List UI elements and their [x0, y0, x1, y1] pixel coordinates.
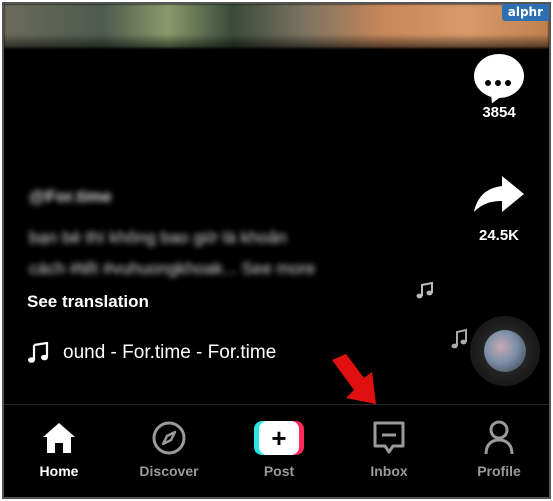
nav-home[interactable]: Home — [14, 420, 104, 479]
shares-count: 24.5K — [478, 227, 520, 244]
nav-inbox[interactable]: Inbox — [344, 420, 434, 479]
music-note-icon — [28, 342, 49, 363]
nav-discover[interactable]: Discover — [124, 420, 214, 479]
comments-button[interactable]: 3854 — [449, 54, 549, 121]
sound-disc[interactable] — [470, 316, 540, 386]
caption-line-1: bạn bè thì không bao giờ là khoản — [29, 228, 287, 247]
alphr-watermark: alphr — [501, 4, 549, 21]
tiktok-screen: alphr 3854 24.5K @For.time bạn bè thì kh… — [2, 2, 551, 499]
profile-icon — [484, 420, 514, 455]
nav-profile[interactable]: Profile — [454, 420, 544, 479]
comments-count: 3854 — [482, 104, 516, 121]
nav-discover-label: Discover — [139, 463, 199, 479]
sound-name: ound - For.time - For.time — [63, 342, 277, 363]
nav-profile-label: Profile — [477, 463, 521, 479]
inbox-icon — [373, 421, 405, 454]
sound-cover-image — [484, 330, 526, 372]
nav-post-label: Post — [263, 463, 295, 479]
compass-icon — [152, 421, 186, 455]
see-translation-link[interactable]: See translation — [27, 292, 149, 312]
bottom-navigation: Home Discover + Post Inbox Profile — [4, 404, 549, 497]
sound-row[interactable]: ound - For.time - For.time — [27, 342, 276, 364]
share-button[interactable]: 24.5K — [449, 172, 549, 244]
video-frame[interactable] — [4, 4, 549, 48]
nav-post[interactable]: + Post — [234, 420, 324, 479]
comment-icon — [474, 54, 524, 98]
floating-note-icon — [451, 328, 467, 349]
nav-inbox-label: Inbox — [370, 463, 408, 479]
post-plus-icon: + — [254, 421, 304, 455]
caption-line-2: cách #tết #vuhuongkhoak... See more — [29, 259, 316, 278]
caption-username[interactable]: @For.time — [29, 187, 112, 207]
floating-note-icon — [416, 281, 433, 299]
nav-home-label: Home — [39, 463, 79, 479]
home-icon — [43, 423, 75, 453]
share-arrow-icon — [474, 176, 524, 212]
